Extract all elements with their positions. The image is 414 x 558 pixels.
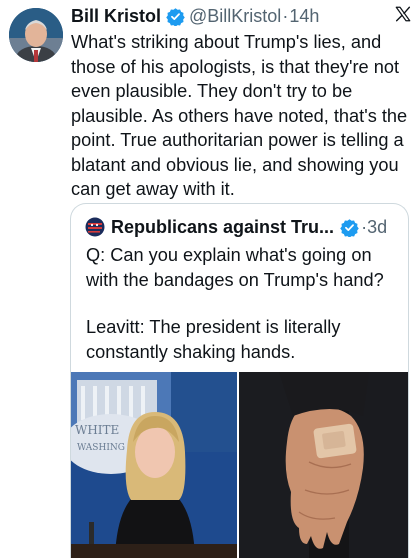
sign-text-washing: WASHING xyxy=(77,443,125,453)
sign-text-white: WHITE xyxy=(75,423,119,437)
quoted-author-name[interactable]: Republicans against Tru... xyxy=(111,217,334,238)
tweet-text: What's striking about Trump's lies, and … xyxy=(71,32,408,199)
quoted-timestamp[interactable]: 3d xyxy=(367,217,387,238)
quoted-answer: Leavitt: The president is literally cons… xyxy=(86,317,341,362)
author-avatar[interactable] xyxy=(9,8,63,62)
flag-logo-icon[interactable] xyxy=(85,217,105,237)
briefing-photo[interactable]: WHITE WASHING xyxy=(71,372,237,558)
separator-dot: · xyxy=(282,5,289,26)
quoted-question: Q: Can you explain what's going on with … xyxy=(86,245,384,290)
verified-badge-icon xyxy=(166,7,185,26)
avatar-photo xyxy=(9,8,63,62)
quoted-header: Republicans against Tru... · 3d xyxy=(85,214,400,240)
quoted-tweet[interactable]: Republicans against Tru... · 3d Q: Can y… xyxy=(70,203,409,558)
verified-badge-icon xyxy=(340,218,359,237)
author-name[interactable]: Bill Kristol xyxy=(71,6,161,27)
author-handle[interactable]: @BillKristol xyxy=(189,6,281,27)
bandaged-hand-photo[interactable] xyxy=(239,372,408,558)
x-logo-icon[interactable] xyxy=(394,5,412,28)
tweet-header: Bill Kristol @BillKristol · 14h xyxy=(71,2,406,30)
tweet-timestamp[interactable]: 14h xyxy=(289,6,319,27)
